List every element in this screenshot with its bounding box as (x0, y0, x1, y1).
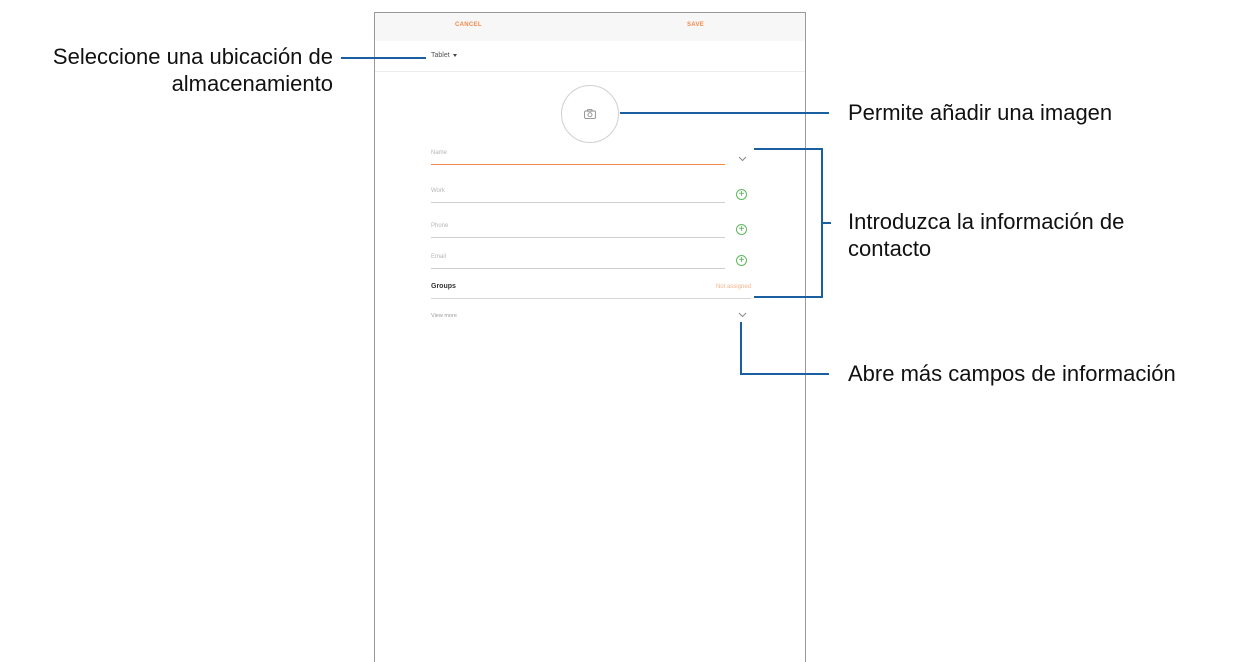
callout-contact-line1: Introduzca la información de (848, 209, 1125, 234)
add-work-button[interactable]: + (736, 189, 747, 200)
storage-location-dropdown[interactable]: Tablet (431, 52, 457, 59)
work-field[interactable]: Work (431, 188, 725, 203)
cancel-button[interactable]: CANCEL (455, 22, 482, 28)
phone-field[interactable]: Phone (431, 223, 725, 238)
add-photo-button[interactable] (561, 85, 619, 143)
callout-contact: Introduzca la información de contacto (848, 208, 1124, 262)
callout-contact-tick (823, 222, 831, 224)
name-field[interactable]: Name (431, 150, 725, 165)
email-field[interactable]: Email (431, 254, 725, 269)
storage-location-label: Tablet (431, 52, 450, 59)
save-button[interactable]: SAVE (687, 22, 704, 28)
callout-contact-line2: contacto (848, 236, 932, 261)
camera-icon (584, 109, 596, 119)
chevron-down-icon[interactable] (738, 156, 747, 162)
action-bar: CANCEL SAVE (375, 13, 805, 41)
plus-icon: + (738, 224, 745, 235)
callout-storage: Seleccione una ubicación de almacenamien… (0, 43, 333, 97)
add-email-button[interactable]: + (736, 255, 747, 266)
callout-storage-line2: almacenamiento (171, 71, 333, 96)
phone-placeholder: Phone (431, 223, 449, 229)
callout-contact-bracket-top (754, 148, 823, 150)
callout-contact-bracket-bottom (754, 296, 823, 298)
callout-storage-line (341, 57, 426, 59)
callout-more: Abre más campos de información (848, 361, 1176, 386)
groups-label: Groups (431, 283, 456, 290)
storage-row: Tablet (375, 41, 805, 72)
email-placeholder: Email (431, 254, 447, 260)
add-phone-button[interactable]: + (736, 224, 747, 235)
plus-icon: + (738, 189, 745, 200)
callout-image: Permite añadir una imagen (848, 100, 1113, 125)
callout-more-vertical (740, 322, 742, 375)
groups-value: Not assigned (715, 284, 751, 290)
groups-row[interactable]: Groups Not assigned (431, 281, 751, 299)
name-placeholder: Name (431, 150, 448, 156)
plus-icon: + (738, 255, 745, 266)
callout-image-line (620, 112, 829, 114)
chevron-down-icon[interactable] (738, 312, 747, 318)
callout-storage-line1: Seleccione una ubicación de (52, 44, 333, 69)
caret-down-icon (452, 54, 457, 57)
view-more-link[interactable]: View more (431, 313, 457, 319)
callout-more-line (740, 373, 829, 375)
work-placeholder: Work (431, 188, 445, 194)
